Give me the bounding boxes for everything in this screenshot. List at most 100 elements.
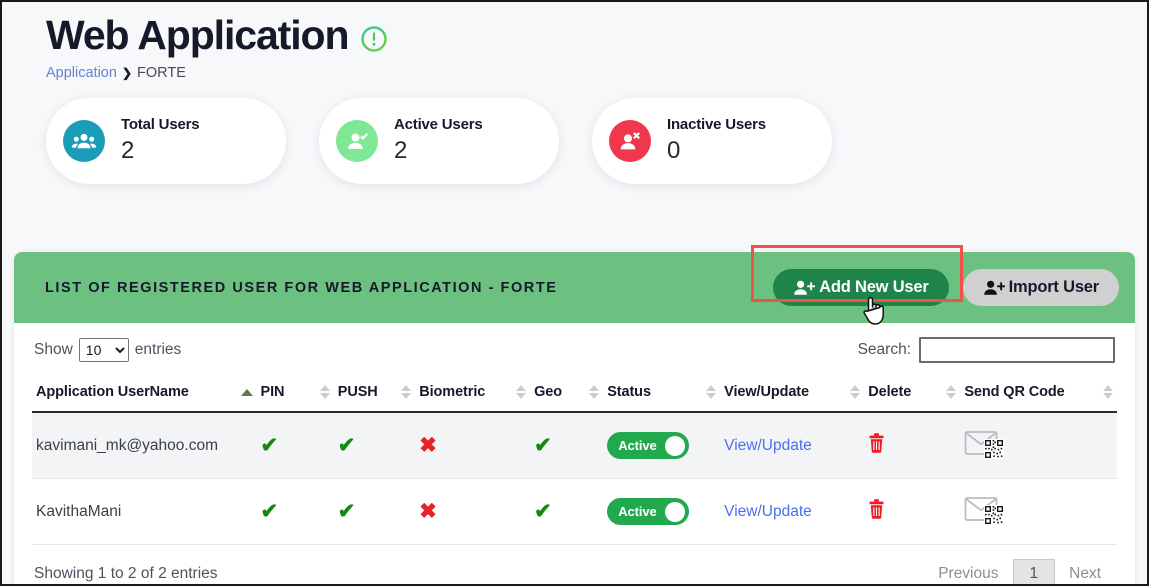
column-header-view-update[interactable]: View/Update [720,375,865,413]
breadcrumb-link-application[interactable]: Application [46,65,117,81]
sort-icon [946,385,957,399]
column-header-pin[interactable]: PIN [256,375,334,413]
view-update-link[interactable]: View/Update [724,503,812,520]
add-new-user-button[interactable]: Add New User [773,269,949,306]
status-label: Active [618,438,657,453]
user-plus-icon [793,278,816,297]
title-row: Web Application [46,12,1147,59]
cell-view-update: View/Update [720,478,865,545]
email-qr-code-icon[interactable] [964,497,1006,529]
table-head: Application UserName PIN PUSH Biometric … [32,375,1117,413]
check-icon: ✔ [260,499,279,523]
cell-geo: ✔ [530,478,604,545]
cell-pin: ✔ [256,478,334,545]
check-icon: ✔ [337,499,356,523]
cell-username: KavithaMani [32,478,257,545]
column-label: PUSH [337,384,378,400]
search-control: Search: [858,337,1115,363]
user-plus-icon [983,278,1005,297]
column-header-username[interactable]: Application UserName [32,375,257,413]
cell-username: kavimani_mk@yahoo.com [32,412,257,479]
email-qr-code-icon[interactable] [964,431,1006,463]
cell-delete [864,412,961,479]
cross-icon: ✖ [419,499,437,523]
stat-text-inactive-users: Inactive Users 0 [667,116,766,166]
stat-value: 2 [121,137,135,165]
cell-biometric: ✖ [415,412,531,479]
stat-label: Active Users [394,116,483,134]
page-title: Web Application [46,12,350,58]
table-row: KavithaMani ✔ ✔ ✖ ✔ Active View/Update [32,478,1117,545]
sort-icon [516,385,527,399]
sort-icon [706,385,717,399]
status-toggle[interactable]: Active [607,498,690,525]
stat-value: 0 [667,137,681,165]
cell-view-update: View/Update [720,412,865,479]
toggle-knob [665,501,686,522]
cell-pin: ✔ [256,412,334,479]
entries-label: entries [134,341,182,358]
sort-icon [850,385,861,399]
stat-label: Inactive Users [667,116,766,134]
pagination-next[interactable]: Next [1055,559,1115,584]
sort-ascending-icon [240,388,253,396]
cell-geo: ✔ [530,412,604,479]
column-header-geo[interactable]: Geo [530,375,604,413]
pagination-previous[interactable]: Previous [924,559,1012,584]
column-header-status[interactable]: Status [603,375,721,413]
table-header-row: Application UserName PIN PUSH Biometric … [32,375,1117,413]
status-label: Active [618,504,657,519]
breadcrumb-current: FORTE [137,65,186,82]
page-length-control: Show 102550100 entries [34,338,181,362]
column-label: Send QR Code [964,384,1065,400]
panel-header: LIST OF REGISTERED USER FOR WEB APPLICAT… [14,245,1135,323]
table-controls: Show 102550100 entries Search: [32,323,1117,375]
cell-delete [864,478,961,545]
cell-push: ✔ [333,412,416,479]
import-user-button[interactable]: Import User [962,269,1119,306]
stats-row: Total Users 2 Active Users 2 Inactive Us… [2,81,1147,185]
import-user-label: Import User [1008,278,1100,296]
sort-icon [401,385,412,399]
show-label: Show [34,341,73,358]
stat-text-total-users: Total Users 2 [121,116,200,166]
column-header-send-qr-code[interactable]: Send QR Code [960,375,1117,413]
pagination: Previous 1 Next [924,559,1115,584]
registered-users-table: Application UserName PIN PUSH Biometric … [32,375,1117,545]
column-header-biometric[interactable]: Biometric [415,375,531,413]
pagination-page-1[interactable]: 1 [1012,559,1056,584]
table-footer: Showing 1 to 2 of 2 entries Previous 1 N… [32,545,1117,584]
cell-status: Active [603,478,721,545]
table-body: kavimani_mk@yahoo.com ✔ ✔ ✖ ✔ Active Vie… [32,412,1117,545]
stat-label: Total Users [121,116,200,134]
user-list-panel: LIST OF REGISTERED USER FOR WEB APPLICAT… [14,245,1135,584]
view-update-link[interactable]: View/Update [724,437,812,454]
cell-send-qr-code [960,412,1117,479]
sort-icon [319,385,330,399]
sort-icon [1103,385,1113,399]
panel-actions: Add New User Import User [773,269,1119,306]
column-label: Geo [534,384,562,400]
cell-status: Active [603,412,721,479]
cell-send-qr-code [960,478,1117,545]
web-application-page: Web Application Application ❯ FORTE Tota… [0,0,1149,586]
page-length-select[interactable]: 102550100 [78,338,129,362]
users-group-icon [63,120,105,163]
user-x-icon [609,120,651,163]
table-area: Show 102550100 entries Search: [14,323,1135,584]
cross-icon: ✖ [419,433,437,457]
stat-card-total-users: Total Users 2 [46,98,286,185]
column-header-push[interactable]: PUSH [333,375,416,413]
column-label: Status [607,384,651,400]
trash-icon[interactable] [868,433,885,457]
column-label: View/Update [724,384,809,400]
table-row: kavimani_mk@yahoo.com ✔ ✔ ✖ ✔ Active Vie… [32,412,1117,479]
column-label: Application UserName [36,384,189,400]
column-label: Biometric [419,384,486,400]
stat-card-active-users: Active Users 2 [319,98,559,185]
check-icon: ✔ [534,499,552,523]
column-header-delete[interactable]: Delete [864,375,961,413]
status-toggle[interactable]: Active [607,432,690,459]
search-input[interactable] [919,337,1115,363]
trash-icon[interactable] [868,499,885,523]
